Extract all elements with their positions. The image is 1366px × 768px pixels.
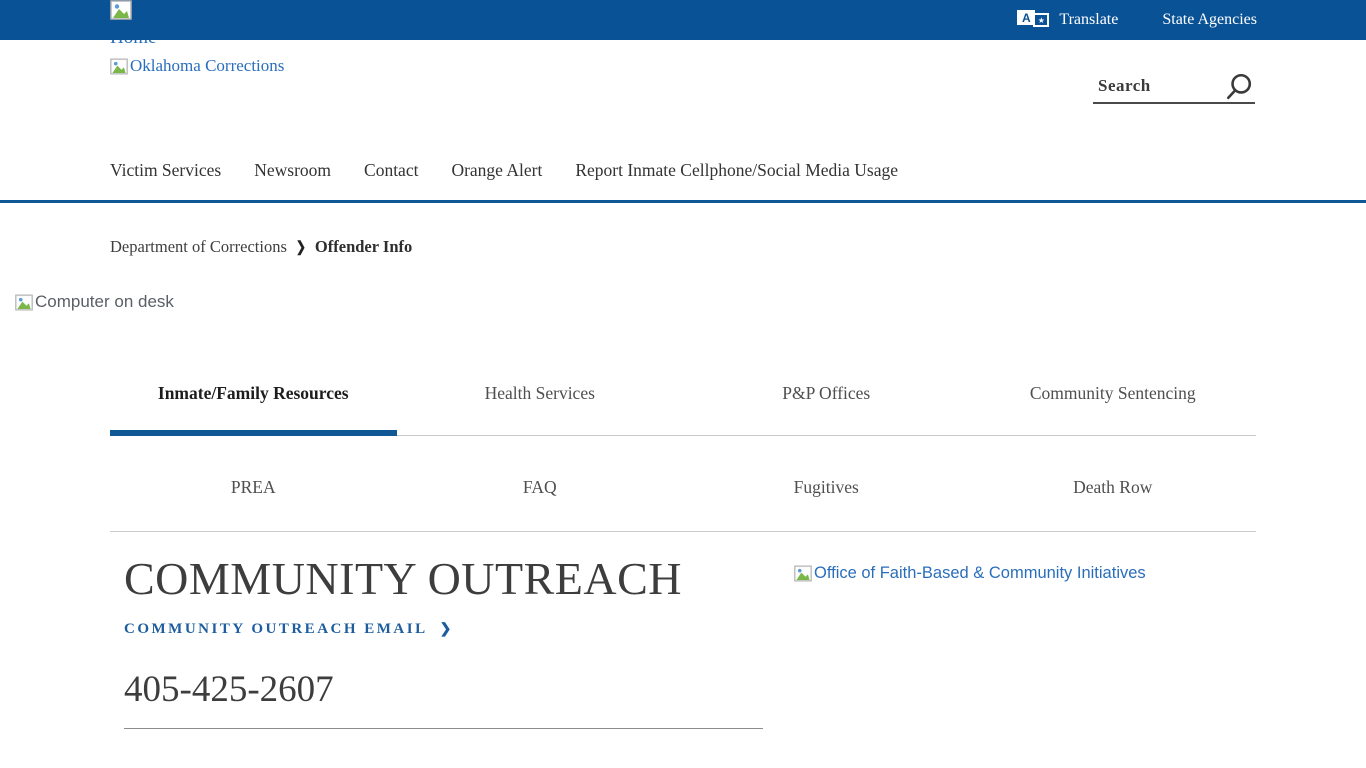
tabs-row-2: PREA FAQ Fugitives Death Row — [110, 436, 1256, 498]
faith-based-initiatives-link[interactable]: Office of Faith-Based & Community Initia… — [794, 564, 1146, 583]
translate-button[interactable]: A ★ Translate — [1017, 10, 1118, 30]
tabs-divider-line — [110, 531, 1256, 532]
tab-prea[interactable]: PREA — [110, 477, 397, 498]
community-outreach-email-link[interactable]: COMMUNITY OUTREACH EMAIL ❯ — [124, 621, 784, 638]
tab-inmate-family-resources[interactable]: Inmate/Family Resources — [110, 370, 397, 430]
broken-image-icon — [15, 294, 33, 311]
main-content: COMMUNITY OUTREACH COMMUNITY OUTREACH EM… — [124, 552, 784, 729]
home-link[interactable]: Home — [110, 40, 156, 48]
section-tabs: Inmate/Family Resources Health Services … — [110, 370, 1256, 532]
tabs-row-1: Inmate/Family Resources Health Services … — [110, 370, 1256, 430]
breadcrumb-parent-link[interactable]: Department of Corrections — [110, 237, 287, 257]
active-tab-underline — [110, 430, 1256, 436]
tab-community-sentencing[interactable]: Community Sentencing — [970, 370, 1257, 430]
active-tab-indicator — [110, 430, 397, 436]
tab-health-services[interactable]: Health Services — [397, 370, 684, 430]
side-image-alt-text: Office of Faith-Based & Community Initia… — [814, 564, 1146, 583]
breadcrumb-current: Offender Info — [315, 237, 412, 257]
email-link-label: COMMUNITY OUTREACH EMAIL — [124, 621, 428, 638]
tab-faq[interactable]: FAQ — [397, 477, 684, 498]
search-placeholder: Search — [1098, 76, 1151, 96]
home-broken-image-icon[interactable] — [110, 0, 132, 20]
site-logo-link[interactable]: Oklahoma Corrections — [110, 56, 284, 76]
translate-icon: A ★ — [1017, 10, 1051, 30]
main-navigation: Victim Services Newsroom Contact Orange … — [110, 160, 898, 181]
nav-item-contact[interactable]: Contact — [364, 160, 418, 181]
nav-item-report-cellphone[interactable]: Report Inmate Cellphone/Social Media Usa… — [575, 160, 898, 181]
nav-item-orange-alert[interactable]: Orange Alert — [451, 160, 542, 181]
translate-label: Translate — [1059, 11, 1118, 29]
state-agencies-link[interactable]: State Agencies — [1162, 11, 1257, 29]
chevron-right-icon: ❯ — [296, 238, 306, 256]
search-input[interactable]: Search — [1093, 70, 1255, 104]
utility-bar: A ★ Translate State Agencies — [0, 0, 1366, 40]
nav-item-victim-services[interactable]: Victim Services — [110, 160, 221, 181]
utility-bar-links: A ★ Translate State Agencies — [1017, 0, 1257, 40]
broken-image-icon — [794, 565, 812, 582]
content-divider — [124, 728, 763, 729]
phone-number: 405-425-2607 — [124, 668, 784, 711]
nav-item-newsroom[interactable]: Newsroom — [254, 160, 331, 181]
logo-alt-text: Oklahoma Corrections — [130, 56, 284, 76]
chevron-right-icon: ❯ — [440, 621, 452, 638]
tab-fugitives[interactable]: Fugitives — [683, 477, 970, 498]
tab-death-row[interactable]: Death Row — [970, 477, 1257, 498]
state-agencies-label: State Agencies — [1162, 11, 1257, 29]
tab-pp-offices[interactable]: P&P Offices — [683, 370, 970, 430]
header-bottom-border — [0, 200, 1366, 203]
logo-broken-image-icon — [110, 58, 128, 75]
search-icon[interactable] — [1225, 72, 1253, 100]
page-title: COMMUNITY OUTREACH — [124, 552, 784, 605]
hero-image-alt-text: Computer on desk — [35, 292, 174, 312]
home-link-alt-text: Home — [110, 40, 156, 48]
breadcrumb: Department of Corrections ❯ Offender Inf… — [110, 237, 412, 257]
hero-image-broken: Computer on desk — [15, 292, 174, 312]
